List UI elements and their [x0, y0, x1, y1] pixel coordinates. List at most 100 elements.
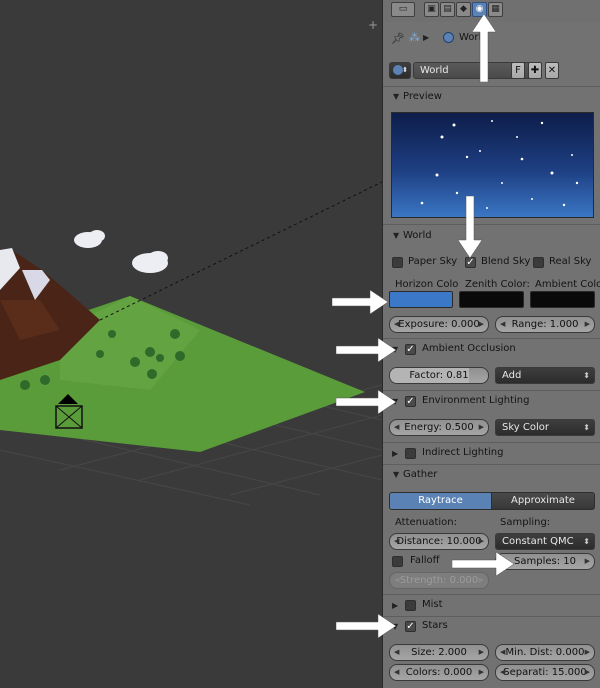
decrement-icon[interactable]: ◀	[394, 317, 399, 332]
ambient-occlusion-title: Ambient Occlusion	[422, 343, 516, 354]
increment-icon[interactable]: ▶	[585, 645, 590, 660]
star-min-dist-field[interactable]: ◀ Min. Dist: 0.000 ▶	[495, 644, 595, 661]
ao-blend-value: Add	[502, 370, 522, 381]
area-split-icon[interactable]: +	[368, 18, 378, 32]
collapse-triangle-icon: ▶	[392, 601, 399, 610]
pin-icon[interactable]: 📌︎	[391, 32, 405, 45]
star-colors-field[interactable]: ◀ Colors: 0.000 ▶	[389, 664, 489, 681]
annotation-arrow-right	[452, 552, 514, 576]
sampling-label: Sampling:	[500, 517, 551, 528]
preview-title: Preview	[403, 91, 442, 102]
new-world-icon[interactable]: ✚	[528, 62, 542, 79]
star-colors-value: Colors: 0.000	[405, 667, 473, 678]
updown-icon: ⬍	[583, 371, 590, 380]
world-browse-button[interactable]: ⬍	[389, 62, 411, 79]
decrement-icon[interactable]: ◀	[500, 665, 505, 680]
gather-panel-header[interactable]: ▼ Gather	[383, 465, 600, 485]
energy-field[interactable]: ◀ Energy: 0.500 ▶	[389, 419, 489, 436]
ao-factor-value: Factor: 0.81	[409, 370, 469, 381]
gather-title: Gather	[403, 469, 438, 480]
star-separation-value: Separati: 15.000	[503, 667, 587, 678]
blend-sky-checkbox[interactable]: ✓	[465, 257, 476, 268]
annotation-arrow-right	[332, 290, 388, 314]
world-preview-image	[391, 112, 594, 218]
ao-blend-select[interactable]: Add ⬍	[495, 367, 595, 384]
decrement-icon[interactable]: ◀	[394, 645, 399, 660]
star-separation-field[interactable]: ◀ Separati: 15.000 ▶	[495, 664, 595, 681]
breadcrumb-chevron-icon: ▶	[423, 33, 430, 42]
decrement-icon[interactable]: ◀	[500, 645, 505, 660]
sampling-select[interactable]: Constant QMC ⬍	[495, 533, 595, 550]
mist-checkbox[interactable]	[405, 600, 416, 611]
unlink-icon[interactable]: ✕	[545, 62, 559, 79]
decrement-icon[interactable]: ◀	[394, 665, 399, 680]
paper-sky-label: Paper Sky	[408, 256, 458, 267]
annotation-arrow-right	[336, 338, 396, 362]
increment-icon[interactable]: ▶	[479, 534, 484, 549]
horizon-color-label: Horizon Colo	[395, 279, 459, 290]
annotation-arrow-down	[458, 196, 482, 258]
preview-panel-header[interactable]: ▼ Preview	[383, 87, 600, 107]
annotation-arrow-right	[336, 390, 396, 414]
scene-icon[interactable]: ◆	[456, 2, 471, 17]
zenith-color-swatch[interactable]	[459, 291, 524, 308]
annotation-arrow-up	[472, 14, 496, 82]
strength-value: Strength: 0.000	[399, 575, 479, 586]
sampling-value: Constant QMC	[502, 536, 574, 547]
fake-user-button[interactable]: F	[511, 62, 525, 79]
star-size-field[interactable]: ◀ Size: 2.000 ▶	[389, 644, 489, 661]
ao-factor-field[interactable]: Factor: 0.81	[389, 367, 489, 384]
ambient-color-swatch[interactable]	[530, 291, 595, 308]
paper-sky-checkbox[interactable]	[392, 257, 403, 268]
ambient-occlusion-checkbox[interactable]: ✓	[405, 344, 416, 355]
samples-value: Samples: 10	[514, 556, 576, 567]
updown-icon: ⬍	[583, 423, 590, 432]
environment-lighting-checkbox[interactable]: ✓	[405, 396, 416, 407]
increment-icon[interactable]: ▶	[479, 420, 484, 435]
separator	[383, 594, 600, 595]
expand-triangle-icon: ▼	[393, 231, 400, 240]
star-size-value: Size: 2.000	[411, 647, 467, 658]
indirect-lighting-checkbox[interactable]	[405, 448, 416, 459]
stars-checkbox[interactable]: ✓	[405, 621, 416, 632]
range-field[interactable]: ◀ Range: 1.000 ▶	[495, 316, 595, 333]
falloff-label: Falloff	[410, 555, 440, 566]
star-min-dist-value: Min. Dist: 0.000	[505, 647, 585, 658]
falloff-checkbox[interactable]	[392, 556, 403, 567]
raytrace-tab[interactable]: Raytrace	[389, 492, 492, 510]
increment-icon[interactable]: ▶	[479, 317, 484, 332]
environment-color-select[interactable]: Sky Color ⬍	[495, 419, 595, 436]
approximate-tab[interactable]: Approximate	[491, 492, 595, 510]
energy-value: Energy: 0.500	[404, 422, 474, 433]
increment-icon[interactable]: ▶	[479, 645, 484, 660]
annotation-arrow-right	[336, 614, 396, 638]
updown-icon: ⬍	[402, 66, 408, 74]
increment-icon[interactable]: ▶	[585, 665, 590, 680]
distance-field[interactable]: ◀ Distance: 10.000 ▶	[389, 533, 489, 550]
horizon-color-swatch[interactable]	[389, 291, 453, 308]
attenuation-label: Attenuation:	[395, 517, 457, 528]
editor-type-icon[interactable]: ▭	[391, 2, 415, 17]
zenith-color-label: Zenith Color:	[465, 279, 530, 290]
exposure-field[interactable]: ◀ Exposure: 0.000 ▶	[389, 316, 489, 333]
expand-triangle-icon: ▼	[393, 92, 400, 101]
decrement-icon[interactable]: ◀	[394, 420, 399, 435]
render-icon[interactable]: ▣	[424, 2, 439, 17]
mist-title: Mist	[422, 599, 443, 610]
separator	[383, 442, 600, 443]
scene-data-icon: ⁂	[409, 31, 420, 44]
separator	[383, 390, 600, 391]
decrement-icon[interactable]: ◀	[394, 534, 399, 549]
decrement-icon[interactable]: ◀	[500, 317, 505, 332]
separator	[383, 224, 600, 225]
increment-icon[interactable]: ▶	[585, 554, 590, 569]
3d-viewport[interactable]: +	[0, 0, 382, 688]
environment-lighting-title: Environment Lighting	[422, 395, 530, 406]
collapse-triangle-icon: ▶	[392, 449, 399, 458]
increment-icon[interactable]: ▶	[479, 665, 484, 680]
real-sky-checkbox[interactable]	[533, 257, 544, 268]
layers-icon[interactable]: ▤	[440, 2, 455, 17]
world-panel-header[interactable]: ▼ World	[383, 226, 600, 246]
updown-icon: ⬍	[583, 537, 590, 546]
increment-icon[interactable]: ▶	[585, 317, 590, 332]
